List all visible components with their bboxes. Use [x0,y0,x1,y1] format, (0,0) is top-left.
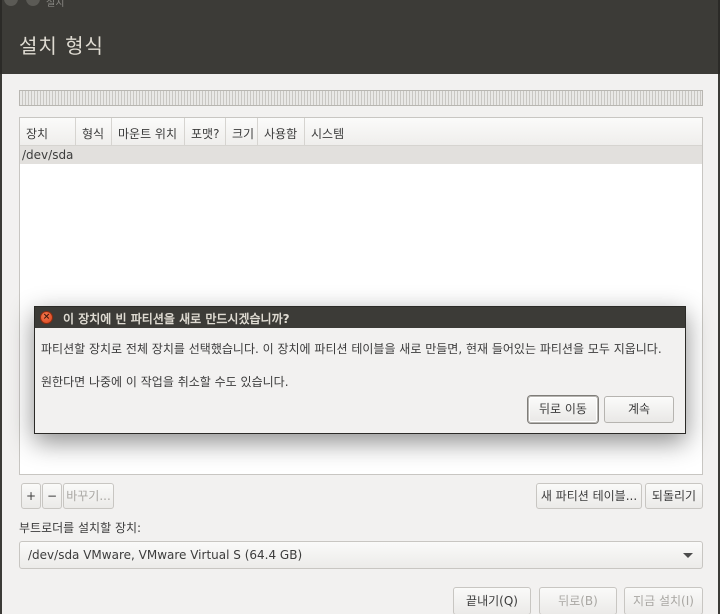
add-partition-button[interactable]: + [21,483,41,509]
table-cell-device: /dev/sda [22,148,74,162]
window-buttons [4,0,44,9]
revert-button[interactable]: 되돌리기 [645,483,703,509]
column-header-size[interactable]: 크기 [226,118,258,145]
column-header-used[interactable]: 사용함 [258,118,305,145]
table-row[interactable]: /dev/sda [20,146,702,164]
bootloader-device-select[interactable]: /dev/sda VMware, VMware Virtual S (64.4 … [19,541,703,569]
column-header-format[interactable]: 포맷? [185,118,226,145]
window-titlebar: 설치 설치 형식 [0,0,720,74]
column-header-system[interactable]: 시스템 [305,118,702,145]
dialog-titlebar: × 이 장치에 빈 파티션을 새로 만드시겠습니까? [35,307,685,328]
dialog-note: 원한다면 나중에 이 작업을 취소할 수도 있습니다. [41,375,289,389]
close-window-icon[interactable] [4,0,18,6]
bootloader-device-value: /dev/sda VMware, VMware Virtual S (64.4 … [28,548,303,562]
column-header-mount[interactable]: 마운트 위치 [112,118,185,145]
column-header-device[interactable]: 장치 [20,118,76,145]
change-partition-button[interactable]: 바꾸기... [63,483,114,509]
quit-button[interactable]: 끝내기(Q) [453,587,531,614]
window-title: 설치 [46,0,65,9]
dropdown-arrow-icon [683,553,693,558]
table-header: 장치 형식 마운트 위치 포맷? 크기 사용함 시스템 [20,118,702,146]
partition-bar [19,90,703,106]
remove-partition-button[interactable]: − [42,483,62,509]
confirm-dialog: × 이 장치에 빈 파티션을 새로 만드시겠습니까? 파티션할 장치로 전체 장… [34,306,686,434]
page-title: 설치 형식 [19,34,104,58]
continue-button[interactable]: 계속 [604,396,674,423]
bootloader-label: 부트로더를 설치할 장치: [19,521,142,535]
dialog-message: 파티션할 장치로 전체 장치를 선택했습니다. 이 장치에 파티션 테이블을 새… [41,342,662,356]
dialog-title: 이 장치에 빈 파티션을 새로 만드시겠습니까? [63,312,290,326]
column-header-type[interactable]: 형식 [76,118,112,145]
back-button[interactable]: 뒤로(B) [539,587,617,614]
minimize-window-icon[interactable] [25,0,40,6]
close-icon[interactable]: × [40,311,53,324]
go-back-button[interactable]: 뒤로 이동 [528,396,598,423]
new-partition-table-button[interactable]: 새 파티션 테이블... [536,483,642,509]
install-now-button[interactable]: 지금 설치(I) [624,587,703,614]
